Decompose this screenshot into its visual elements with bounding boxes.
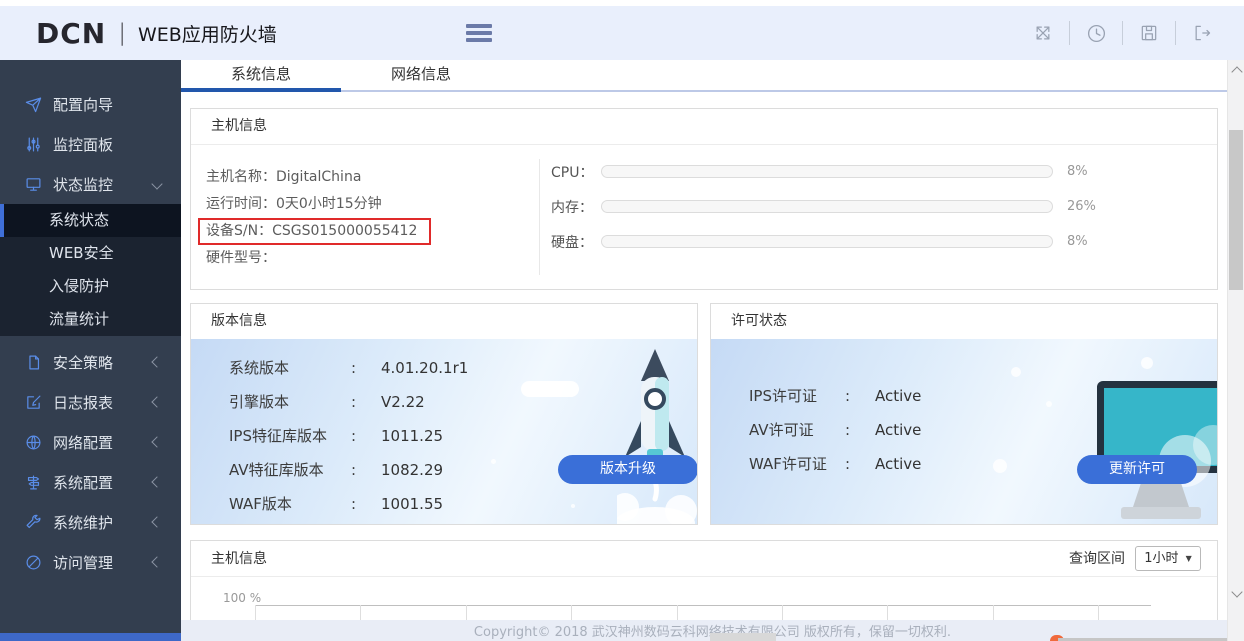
license-panel-body: IPS许可证:Active AV许可证:Active WAF许可证:Active… [711,339,1217,524]
sidebar-item-traffic-stats[interactable]: 流量统计 [0,303,181,336]
chevron-down-icon [151,178,162,189]
memory-usage-row: 内存： 26% [551,189,1102,224]
scroll-down-arrow-icon[interactable] [1231,586,1242,597]
query-interval-label: 查询区间 [1069,542,1125,576]
panel-title: 主机信息 [211,542,267,576]
icon-divider [1122,21,1123,45]
document-icon [25,353,43,371]
chevron-left-icon [151,476,162,487]
serial-number-highlight: 设备S/N：CSGS015000055412 [198,218,431,245]
scrollbar-thumb[interactable] [1229,130,1243,290]
logo-separator: | [118,20,126,46]
cpu-progress-bar [601,165,1053,178]
resource-metrics: CPU： 8% 内存： 26% 硬盘： 8% [551,154,1102,259]
version-row: WAF版本:1001.55 [229,487,697,521]
sliders-icon [25,135,43,153]
host-name-row: 主机名称：DigitalChina [206,164,431,191]
panel-title: 许可状态 [711,304,1217,340]
host-chart-panel: 主机信息 查询区间 1小时 ▼ 100 % [190,540,1218,620]
vertical-scrollbar[interactable] [1227,60,1244,641]
chevron-left-icon [151,396,162,407]
wrench-icon [25,513,43,531]
disk-usage-row: 硬盘： 8% [551,224,1102,259]
version-panel-body: 系统版本:4.01.20.1r1 引擎版本:V2.22 IPS特征库版本:101… [191,339,697,524]
save-icon[interactable] [1137,21,1161,45]
sidebar-nav: 配置向导 监控面板 状态监控 系统状态 [0,60,181,633]
panel-title: 版本信息 [191,304,697,340]
y-axis-tick-label: 100 % [223,591,261,605]
top-header-bar: DCN | WEB应用防火墙 [0,6,1244,61]
chevron-left-icon [151,556,162,567]
version-row: IPS特征库版本:1011.25 [229,419,697,453]
sidebar-item-web-security[interactable]: WEB安全 [0,237,181,270]
memory-progress-bar [601,200,1053,213]
scroll-up-arrow-icon[interactable] [1231,66,1242,77]
clock-icon[interactable] [1084,21,1108,45]
panel-title: 主机信息 [191,109,1217,145]
sidebar-item-security-policy[interactable]: 安全策略 [0,342,181,382]
tab-system-info[interactable]: 系统信息 [181,60,341,90]
sidebar-item-system-config[interactable]: 系统配置 [0,462,181,502]
signpost-icon [25,473,43,491]
license-row: IPS许可证:Active [749,379,1217,413]
monitor-icon [25,175,43,193]
dropdown-caret-icon: ▼ [1186,542,1192,576]
sidebar-item-config-wizard[interactable]: 配置向导 [0,84,181,124]
sidebar-item-log-report[interactable]: 日志报表 [0,382,181,422]
vertical-divider [539,159,540,275]
tab-network-info[interactable]: 网络信息 [341,60,501,90]
chevron-left-icon [151,516,162,527]
icon-divider [1175,21,1176,45]
license-update-button[interactable]: 更新许可 [1077,455,1197,484]
main-content: 系统信息 网络信息 主机信息 主机名称：DigitalChina 运行时间：0天… [181,60,1227,620]
globe-icon [25,433,43,451]
version-row: 系统版本:4.01.20.1r1 [229,351,697,385]
status-monitor-submenu: 系统状态 WEB安全 入侵防护 流量统计 [0,204,181,336]
icon-divider [1069,21,1070,45]
interval-select[interactable]: 1小时 ▼ [1135,546,1201,571]
clipped-element [710,633,776,641]
cpu-usage-row: CPU： 8% [551,154,1102,189]
tab-bar: 系统信息 网络信息 [181,60,1227,92]
sidebar-item-system-status[interactable]: 系统状态 [0,204,181,237]
sidebar-item-network-config[interactable]: 网络配置 [0,422,181,462]
sidebar-item-intrusion-prevention[interactable]: 入侵防护 [0,270,181,303]
version-row: 引擎版本:V2.22 [229,385,697,419]
host-fields: 主机名称：DigitalChina 运行时间：0天0小时15分钟 设备S/N：C… [206,164,431,272]
disk-progress-bar [601,235,1053,248]
version-upgrade-button[interactable]: 版本升级 [558,455,698,484]
serial-number-row: 设备S/N：CSGS015000055412 [206,218,431,245]
chevron-left-icon [151,356,162,367]
version-info-panel: 版本信息 系统版本:4.01.20.1r1 [190,303,698,525]
uptime-row: 运行时间：0天0小时15分钟 [206,191,431,218]
license-row: AV许可证:Active [749,413,1217,447]
dcn-logo: DCN [36,17,106,50]
hardware-model-row: 硬件型号： [206,245,431,272]
sidebar-item-status-monitor[interactable]: 状态监控 [0,164,181,204]
sidebar-item-access-management[interactable]: 访问管理 [0,542,181,582]
menu-collapse-icon[interactable] [466,21,492,45]
app-title: WEB应用防火墙 [138,20,277,47]
host-info-panel: 主机信息 主机名称：DigitalChina 运行时间：0天0小时15分钟 设备… [190,108,1218,290]
chart-gridlines [255,605,1099,620]
edit-icon [25,393,43,411]
logout-icon[interactable] [1190,21,1214,45]
fullscreen-icon[interactable] [1031,21,1055,45]
sidebar-bottom-accent [0,633,181,641]
block-icon [25,553,43,571]
sidebar-item-monitor-dashboard[interactable]: 监控面板 [0,124,181,164]
chevron-left-icon [151,436,162,447]
sidebar-item-system-maintenance[interactable]: 系统维护 [0,502,181,542]
license-status-panel: 许可状态 IPS许可证:Active AV许可证:Ac [710,303,1218,525]
paper-plane-icon [25,95,43,113]
